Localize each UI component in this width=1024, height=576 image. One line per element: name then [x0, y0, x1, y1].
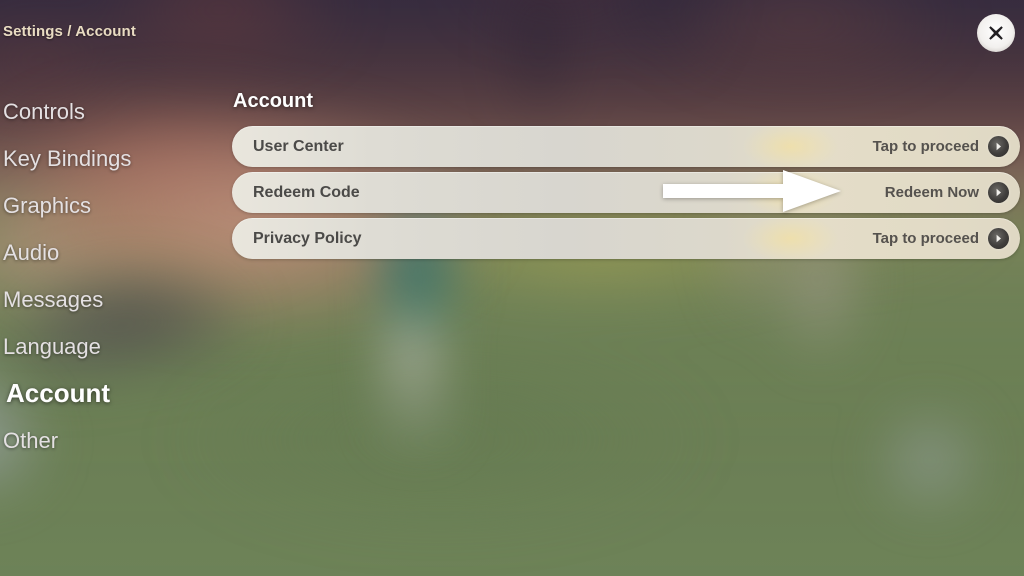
- sidebar-item-language[interactable]: Language: [0, 323, 225, 370]
- close-button[interactable]: [977, 14, 1015, 52]
- row-action-label: Tap to proceed: [872, 230, 979, 247]
- chevron-right-icon: [988, 136, 1009, 157]
- sidebar-item-label: Account: [6, 378, 110, 408]
- sidebar-item-key-bindings[interactable]: Key Bindings: [0, 135, 225, 182]
- sidebar-item-label: Messages: [3, 286, 104, 312]
- breadcrumb: Settings / Account: [3, 23, 136, 40]
- chevron-right-icon: [988, 228, 1009, 249]
- sidebar-item-graphics[interactable]: Graphics: [0, 182, 225, 229]
- settings-account-screen: Settings / Account Controls Key Bindings…: [0, 0, 1024, 576]
- sidebar-item-audio[interactable]: Audio: [0, 229, 225, 276]
- page-title: Account: [233, 90, 313, 112]
- row-privacy-policy[interactable]: Privacy Policy Tap to proceed: [232, 218, 1020, 259]
- sidebar-item-controls[interactable]: Controls: [0, 88, 225, 135]
- row-action-label: Redeem Now: [884, 184, 979, 201]
- row-user-center[interactable]: User Center Tap to proceed: [232, 126, 1020, 167]
- sidebar-item-label: Key Bindings: [3, 145, 132, 171]
- row-action[interactable]: Redeem Now: [885, 182, 1020, 203]
- sidebar-item-other[interactable]: Other: [0, 417, 225, 464]
- row-label: Redeem Code: [253, 183, 360, 201]
- sidebar-item-account[interactable]: Account: [0, 370, 225, 417]
- chevron-right-icon: [988, 182, 1009, 203]
- row-action[interactable]: Tap to proceed: [873, 228, 1020, 249]
- account-options-list: User Center Tap to proceed Redeem Code R…: [232, 126, 1020, 259]
- row-label: Privacy Policy: [253, 229, 362, 247]
- sidebar-item-label: Language: [3, 333, 101, 359]
- sidebar-item-label: Graphics: [3, 192, 92, 218]
- settings-sidebar: Controls Key Bindings Graphics Audio Mes…: [0, 88, 225, 464]
- row-action-label: Tap to proceed: [872, 138, 979, 155]
- sidebar-item-label: Other: [3, 427, 59, 453]
- row-redeem-code[interactable]: Redeem Code Redeem Now: [232, 172, 1020, 213]
- account-panel: Account User Center Tap to proceed Redee…: [232, 90, 1020, 264]
- row-label: User Center: [253, 137, 344, 155]
- sidebar-item-messages[interactable]: Messages: [0, 276, 225, 323]
- close-icon: [986, 23, 1006, 43]
- row-action[interactable]: Tap to proceed: [873, 136, 1020, 157]
- sidebar-item-label: Audio: [3, 239, 60, 265]
- sidebar-item-label: Controls: [3, 98, 85, 124]
